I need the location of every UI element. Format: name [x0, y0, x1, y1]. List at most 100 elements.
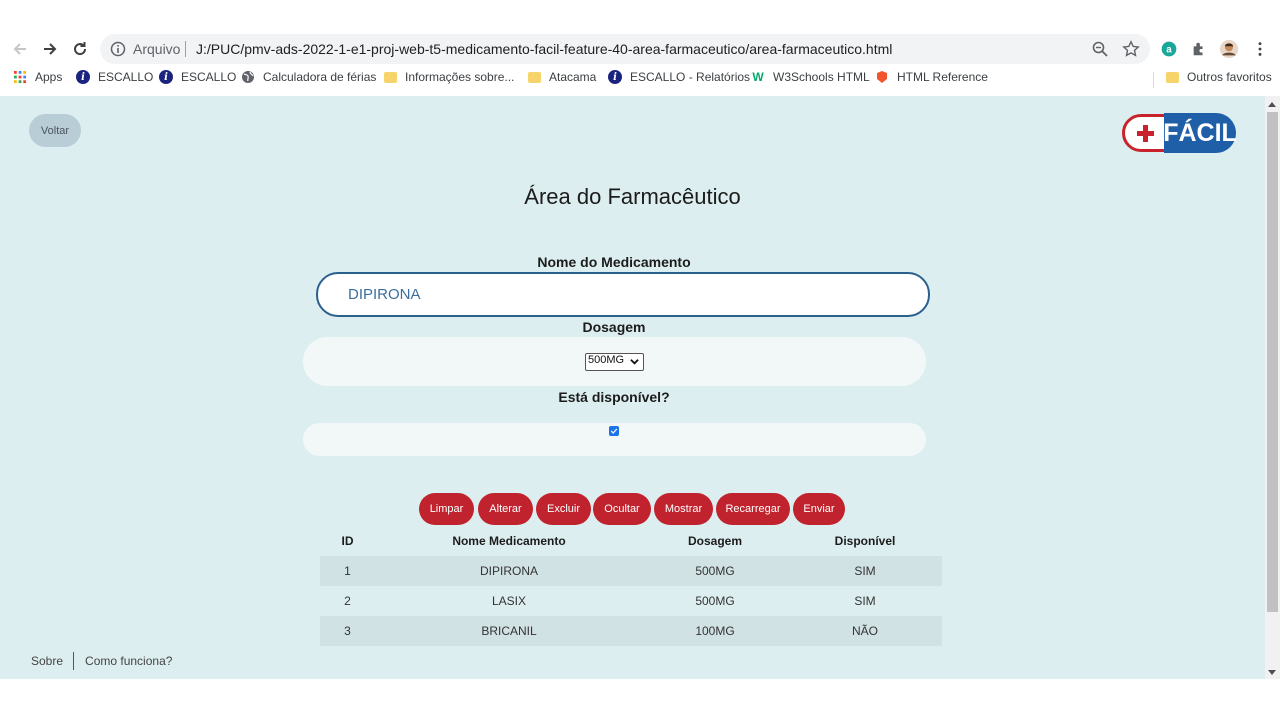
page-title: Área do Farmacêutico — [524, 184, 741, 209]
footer-how-it-works-link[interactable]: Como funciona? — [85, 654, 172, 668]
bookmark-w3schools[interactable]: W W3Schools HTML — [751, 70, 870, 84]
address-bar[interactable]: Arquivo J:/PUC/pmv-ads-2022-1-e1-proj-we… — [100, 34, 1150, 64]
w3schools-icon: W — [752, 70, 764, 84]
header-available: Disponível — [834, 534, 896, 548]
forward-arrow-icon[interactable] — [38, 37, 62, 61]
excluir-button[interactable]: Excluir — [536, 493, 591, 525]
header-dosage: Dosagem — [687, 534, 743, 548]
bookmark-label: Calculadora de férias — [263, 70, 377, 84]
info-icon: i — [159, 70, 173, 84]
bookmark-html-reference[interactable]: HTML Reference — [875, 70, 988, 84]
bookmark-label: ESCALLO — [181, 70, 237, 84]
apps-grid-icon — [13, 70, 27, 84]
footer-divider — [73, 652, 75, 670]
extensions-puzzle-icon[interactable] — [1188, 38, 1210, 60]
vertical-scrollbar[interactable] — [1265, 96, 1280, 679]
mostrar-button[interactable]: Mostrar — [654, 493, 713, 525]
browser-toolbar: Arquivo J:/PUC/pmv-ads-2022-1-e1-proj-we… — [0, 34, 1280, 64]
scroll-down-icon[interactable] — [1268, 670, 1276, 675]
bookmark-label: ESCALLO — [98, 70, 154, 84]
cell-id: 1 — [344, 564, 351, 578]
medicamento-facil-logo: FÁCIL — [1122, 113, 1237, 153]
cell-available: SIM — [854, 564, 876, 578]
bookmark-atacama[interactable]: Atacama — [527, 70, 596, 84]
html-reference-icon — [875, 70, 889, 84]
cell-id: 2 — [344, 594, 351, 608]
bookmark-label: Apps — [35, 70, 63, 84]
footer: Sobre Como funciona? — [31, 652, 172, 670]
dosage-selected-value: 500MG — [588, 354, 625, 366]
zoom-icon[interactable] — [1091, 40, 1109, 58]
medicine-name-label: Nome do Medicamento — [537, 254, 691, 270]
folder-icon — [527, 70, 541, 84]
bookmark-informacoes[interactable]: Informações sobre... — [383, 70, 514, 84]
bookmark-label: W3Schools HTML — [773, 70, 870, 84]
checkmark-icon — [610, 428, 618, 434]
bookmark-escallo-1[interactable]: i ESCALLO — [76, 70, 153, 84]
cell-name: LASIX — [491, 594, 527, 608]
dosage-label: Dosagem — [582, 319, 646, 335]
info-icon: i — [76, 70, 90, 84]
footer-about-link[interactable]: Sobre — [31, 654, 63, 668]
alterar-button[interactable]: Alterar — [478, 493, 533, 525]
bookmarks-divider — [1153, 72, 1154, 88]
extension-a-icon[interactable]: a — [1158, 38, 1180, 60]
cell-dosage: 500MG — [695, 564, 735, 578]
cell-name: BRICANIL — [481, 624, 537, 638]
medicine-name-input[interactable] — [316, 272, 930, 317]
svg-text:a: a — [1166, 44, 1172, 55]
chevron-down-icon — [630, 359, 639, 365]
omnibox-divider — [185, 41, 186, 57]
table-header-row: ID Nome Medicamento Dosagem Disponível — [320, 526, 942, 556]
availability-label: Está disponível? — [558, 389, 670, 405]
enviar-button[interactable]: Enviar — [793, 493, 845, 525]
table-row[interactable]: 1 DIPIRONA 500MG SIM — [320, 556, 942, 586]
bookmarks-bar: Apps i ESCALLO i ESCALLO Calculadora de … — [0, 67, 1280, 91]
folder-icon — [1165, 70, 1179, 84]
url-text[interactable]: J:/PUC/pmv-ads-2022-1-e1-proj-web-t5-med… — [196, 41, 892, 57]
bookmark-label: Informações sobre... — [405, 70, 515, 84]
availability-checkbox[interactable] — [609, 426, 619, 436]
bookmark-star-icon[interactable] — [1122, 40, 1140, 58]
limpar-button[interactable]: Limpar — [419, 493, 474, 525]
cell-available: SIM — [854, 594, 876, 608]
reload-icon[interactable] — [68, 37, 92, 61]
globe-icon — [241, 70, 255, 84]
bookmark-label: Atacama — [549, 70, 597, 84]
back-arrow-icon[interactable] — [8, 37, 32, 61]
header-name: Nome Medicamento — [452, 534, 566, 548]
profile-avatar-icon[interactable] — [1218, 38, 1240, 60]
folder-icon — [383, 70, 397, 84]
bookmark-escallo-relatorios[interactable]: i ESCALLO - Relatórios — [608, 70, 750, 84]
page-viewport: Voltar FÁCIL Área do Farmacêutico Nome d… — [0, 96, 1280, 679]
dosage-select[interactable]: 500MG — [585, 353, 644, 371]
ocultar-button[interactable]: Ocultar — [593, 493, 651, 525]
scroll-up-icon[interactable] — [1268, 102, 1276, 107]
cell-dosage: 100MG — [695, 624, 735, 638]
back-button[interactable]: Voltar — [29, 114, 81, 147]
bookmark-label: ESCALLO - Relatórios — [630, 70, 751, 84]
plus-cross-icon — [1122, 114, 1168, 152]
recarregar-button[interactable]: Recarregar — [716, 493, 790, 525]
scrollbar-thumb[interactable] — [1267, 112, 1278, 612]
bookmark-calculadora[interactable]: Calculadora de férias — [241, 70, 376, 84]
logo-text: FÁCIL — [1163, 113, 1237, 153]
medicines-table: ID Nome Medicamento Dosagem Disponível 1… — [320, 526, 942, 646]
cell-id: 3 — [344, 624, 351, 638]
menu-kebab-icon[interactable] — [1249, 38, 1271, 60]
bookmark-apps[interactable]: Apps — [13, 70, 62, 84]
cell-available: NÃO — [851, 624, 878, 638]
cell-name: DIPIRONA — [479, 564, 538, 578]
table-row[interactable]: 3 BRICANIL 100MG NÃO — [320, 616, 942, 646]
availability-container — [303, 423, 926, 456]
bookmark-outros-favoritos[interactable]: Outros favoritos — [1165, 70, 1272, 84]
security-label: Arquivo — [133, 41, 181, 57]
bookmark-label: Outros favoritos — [1187, 70, 1272, 84]
bookmark-label: HTML Reference — [897, 70, 988, 84]
site-info-icon[interactable] — [110, 41, 126, 57]
table-row[interactable]: 2 LASIX 500MG SIM — [320, 586, 942, 616]
dosage-container: 500MG — [303, 337, 926, 386]
bookmark-escallo-2[interactable]: i ESCALLO — [159, 70, 236, 84]
header-id: ID — [341, 534, 354, 548]
info-icon: i — [608, 70, 622, 84]
